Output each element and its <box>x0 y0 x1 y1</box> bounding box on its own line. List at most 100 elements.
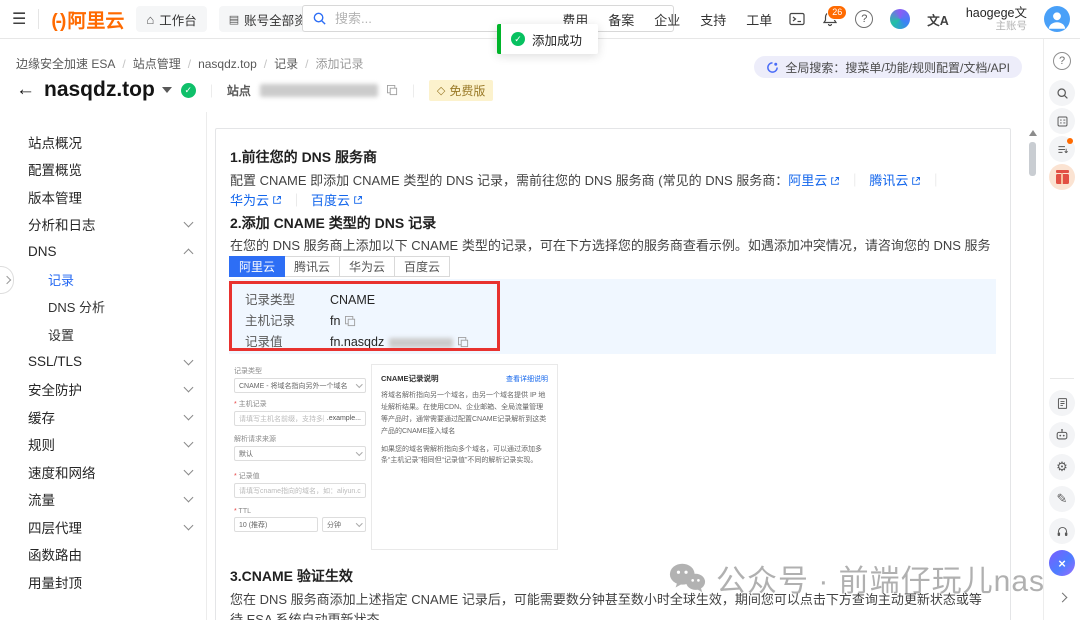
username: haogege文 <box>966 6 1027 20</box>
rail-support-headset-icon[interactable] <box>1049 518 1075 544</box>
provider-tab-1[interactable]: 腾讯云 <box>284 256 340 277</box>
provider-link[interactable]: 阿里云 <box>788 171 840 191</box>
rail-help-icon[interactable] <box>1053 52 1071 70</box>
notification-bell-icon[interactable]: 26 <box>822 11 838 27</box>
global-search-icon <box>766 61 779 74</box>
sidebar-item-8[interactable]: SSL/TLS <box>0 348 206 376</box>
aliyun-logo[interactable]: (-) 阿里云 <box>51 6 124 33</box>
example-ttl-unit: 分钟 <box>327 520 341 530</box>
sidebar-item-4[interactable]: DNS <box>0 238 206 266</box>
provider-link[interactable]: 百度云 <box>311 191 363 211</box>
rail-collapse-chevron-icon[interactable] <box>1049 584 1075 610</box>
rail-settings-gear-icon[interactable]: ⚙ <box>1049 454 1075 480</box>
page-title[interactable]: nasqdz.top <box>44 78 155 102</box>
example-form: 记录类型 CNAME - 将域名指向另外一个域名 主机记录 请填写主机名前缀，支… <box>234 364 366 550</box>
separator: ｜ <box>290 193 303 208</box>
example-doc-link: 查看详细说明 <box>506 374 548 384</box>
divider: ｜ <box>407 81 420 100</box>
breadcrumb-link[interactable]: 站点管理 <box>133 55 181 72</box>
chevron-down-icon <box>184 383 194 393</box>
rail-checklist-icon[interactable] <box>1049 108 1075 134</box>
rail-close-assistant-icon[interactable] <box>1049 550 1075 576</box>
section1-desc: 配置 CNAME 即添加 CNAME 类型的 DNS 记录，需前往您的 DNS … <box>230 171 994 210</box>
chevron-down-icon <box>184 410 194 420</box>
sidebar-item-7[interactable]: 设置 <box>0 321 206 349</box>
sidebar-item-label: DNS <box>28 244 57 259</box>
breadcrumb-link[interactable]: nasqdz.top <box>198 57 257 71</box>
topbar-menu-item[interactable]: 备案 <box>608 10 634 29</box>
sidebar-item-0[interactable]: 站点概况 <box>0 128 206 156</box>
scrollbar-thumb[interactable] <box>1029 142 1036 176</box>
breadcrumb-link[interactable]: 边缘安全加速 ESA <box>16 55 115 72</box>
copy-site-id-icon[interactable] <box>387 85 398 96</box>
sidebar-item-16[interactable]: 用量封顶 <box>0 568 206 596</box>
sidebar-item-5[interactable]: 记录 <box>0 266 206 294</box>
success-check-icon <box>511 32 525 46</box>
sidebar-item-label: 配置概览 <box>28 159 82 179</box>
site-active-check-icon <box>181 83 196 98</box>
provider-tab-0[interactable]: 阿里云 <box>229 256 285 277</box>
help-icon[interactable] <box>855 10 873 28</box>
rail-search-icon[interactable] <box>1049 80 1075 106</box>
provider-tab-3[interactable]: 百度云 <box>394 256 450 277</box>
breadcrumb-items: 边缘安全加速 ESA/站点管理/nasqdz.top/记录/ <box>16 55 315 72</box>
site-header: nasqdz.top ｜ 站点 ｜ 免费版 <box>16 78 493 102</box>
sidebar-item-11[interactable]: 规则 <box>0 431 206 459</box>
example-ttl-label: TTL <box>234 508 366 515</box>
diamond-icon <box>437 83 445 97</box>
breadcrumb-separator: / <box>264 57 267 71</box>
language-switch-icon[interactable]: 文A <box>927 10 949 29</box>
sidebar-item-2[interactable]: 版本管理 <box>0 183 206 211</box>
copilot-icon[interactable] <box>890 9 910 29</box>
watermark-text: 公众号 · 前端仔玩儿nas <box>716 556 1045 600</box>
sidebar-item-3[interactable]: 分析和日志 <box>0 211 206 239</box>
sidebar-item-9[interactable]: 安全防护 <box>0 376 206 404</box>
hamburger-menu-icon[interactable] <box>12 9 26 29</box>
sidebar-item-1[interactable]: 配置概览 <box>0 156 206 184</box>
back-button[interactable] <box>16 79 35 101</box>
sidebar-item-14[interactable]: 四层代理 <box>0 513 206 541</box>
sidebar-item-10[interactable]: 缓存 <box>0 403 206 431</box>
workbench-button[interactable]: 工作台 <box>136 6 206 32</box>
example-type-label: 记录类型 <box>234 366 366 376</box>
topbar-menu-item[interactable]: 工单 <box>746 10 772 29</box>
rail-doc-icon[interactable] <box>1049 390 1075 416</box>
provider-link[interactable]: 华为云 <box>230 191 282 211</box>
section2-title: 2.添加 CNAME 类型的 DNS 记录 <box>230 213 436 233</box>
site-switcher-caret-icon[interactable] <box>162 87 172 93</box>
section1-title: 1.前往您的 DNS 服务商 <box>230 147 377 167</box>
sidebar-item-label: 函数路由 <box>28 544 82 564</box>
rail-gift-icon[interactable] <box>1049 164 1075 190</box>
rail-robot-icon[interactable] <box>1049 422 1075 448</box>
account-menu[interactable]: haogege文 主账号 <box>966 6 1027 32</box>
chevron-down-icon <box>356 520 362 526</box>
example-doc-p2: 如果您的域名需解析指向多个域名，可以通过添加多条“主机记录”相同但“记录值”不同… <box>381 444 548 468</box>
rail-queue-icon[interactable] <box>1049 136 1075 162</box>
topbar-menu-item[interactable]: 企业 <box>654 10 680 29</box>
global-search-pill[interactable]: 全局搜索：搜菜单/功能/规则配置/文档/API <box>754 56 1022 78</box>
topbar-menu-item[interactable]: 支持 <box>700 10 726 29</box>
breadcrumb-link[interactable]: 记录 <box>274 55 298 72</box>
scroll-up-arrow[interactable] <box>1029 130 1037 136</box>
section3-title: 3.CNAME 验证生效 <box>230 566 353 586</box>
provider-link[interactable]: 腾讯云 <box>869 171 921 191</box>
example-doc-title: CNAME记录说明 <box>381 373 439 384</box>
sidebar-item-13[interactable]: 流量 <box>0 486 206 514</box>
example-host-input: 请填写主机名前缀，支持多级，如：ab.c... .example... <box>234 411 366 426</box>
sidebar-item-label: 四层代理 <box>28 517 82 537</box>
example-ttl-unit-select: 分钟 <box>322 517 366 532</box>
example-type-value: CNAME - 将域名指向另外一个域名 <box>239 381 348 391</box>
avatar[interactable] <box>1044 6 1070 32</box>
example-value-placeholder: 请填写cname指向的域名，如：aliyun.com <box>239 486 361 496</box>
resources-icon <box>229 12 239 26</box>
cname-setup-card: 1.前往您的 DNS 服务商 配置 CNAME 即添加 CNAME 类型的 DN… <box>215 128 1011 620</box>
sidebar-item-15[interactable]: 函数路由 <box>0 541 206 569</box>
sidebar-item-12[interactable]: 速度和网络 <box>0 458 206 486</box>
divider <box>38 9 39 29</box>
sidebar-item-6[interactable]: DNS 分析 <box>0 293 206 321</box>
provider-tab-2[interactable]: 华为云 <box>339 256 395 277</box>
rail-feedback-pencil-icon[interactable]: ✎ <box>1049 486 1075 512</box>
sidebar-item-label: 缓存 <box>28 407 55 427</box>
cloudshell-icon[interactable] <box>789 12 805 26</box>
workbench-label: 工作台 <box>159 10 197 29</box>
